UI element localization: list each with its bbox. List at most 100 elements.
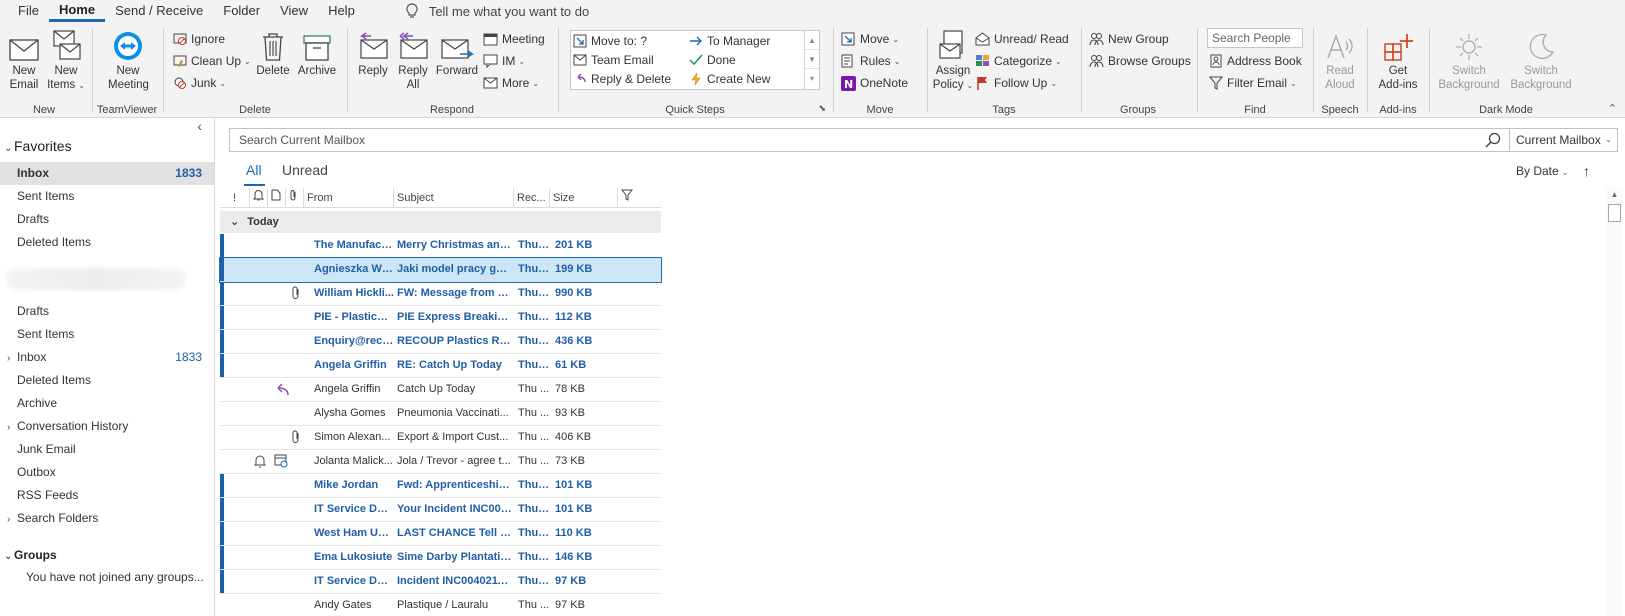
im-button[interactable]: IM ⌄ <box>483 52 525 70</box>
filter-column[interactable] <box>618 188 661 208</box>
folder-outbox[interactable]: Outbox <box>0 461 214 484</box>
tab-file[interactable]: File <box>8 0 49 22</box>
size-column[interactable]: Size <box>550 188 618 208</box>
switch-background-dark-button[interactable]: Switch Background <box>1507 28 1575 92</box>
new-meeting-button[interactable]: New Meeting <box>108 28 149 92</box>
tab-view[interactable]: View <box>270 0 318 22</box>
quick-step-move-to[interactable]: Move to: ? <box>573 32 647 50</box>
message-row[interactable]: Jolanta Malick... Jola / Trevor - agree t… <box>220 450 661 474</box>
attachment-column[interactable] <box>286 188 304 208</box>
bell-icon[interactable] <box>254 454 266 468</box>
more-respond-button[interactable]: More ⌄ <box>483 74 539 92</box>
quick-step-team-email[interactable]: Team Email <box>573 51 654 69</box>
chevron-up-icon[interactable]: ▲ <box>805 31 819 50</box>
ignore-button[interactable]: Ignore <box>173 30 225 48</box>
address-book-button[interactable]: Address Book <box>1209 52 1302 70</box>
search-scope-dropdown[interactable]: Current Mailbox ⌄ <box>1510 128 1618 152</box>
tab-folder[interactable]: Folder <box>213 0 270 22</box>
clean-up-button[interactable]: Clean Up ⌄ <box>173 52 251 70</box>
filter-all-tab[interactable]: All <box>246 162 262 178</box>
chevron-down-icon[interactable]: ▼ <box>805 50 819 69</box>
filter-unread-tab[interactable]: Unread <box>282 162 328 178</box>
message-row[interactable]: Alysha Gomes Pneumonia Vaccinati... Thu ..… <box>220 402 661 426</box>
categorize-button[interactable]: Categorize ⌄ <box>975 52 1062 70</box>
expand-gallery-icon[interactable]: ▾ <box>805 69 819 88</box>
subject-column[interactable]: Subject <box>394 188 514 208</box>
folder-drafts[interactable]: Drafts <box>0 300 214 323</box>
search-people-input[interactable]: Search People <box>1207 28 1303 48</box>
favorites-header[interactable]: ⌄ Favorites <box>4 138 72 154</box>
chevron-right-icon[interactable]: › <box>7 416 17 439</box>
tab-home[interactable]: Home <box>48 0 106 22</box>
received-column[interactable]: Rec... <box>514 188 550 208</box>
folder-search-folders[interactable]: › Search Folders <box>0 507 214 530</box>
favorite-sent-items[interactable]: Sent Items <box>0 185 214 208</box>
meeting-button[interactable]: Meeting <box>483 30 545 48</box>
favorite-drafts[interactable]: Drafts <box>0 208 214 231</box>
sort-direction-icon[interactable]: ↑ <box>1583 163 1590 179</box>
quick-step-create-new[interactable]: Create New <box>689 70 770 88</box>
importance-column[interactable]: ! <box>220 188 250 208</box>
tab-help[interactable]: Help <box>318 0 365 22</box>
move-button[interactable]: Move ⌄ <box>841 30 899 48</box>
group-header-today[interactable]: ⌄ Today <box>220 211 661 233</box>
folder-junk-email[interactable]: Junk Email <box>0 438 214 461</box>
icon-column[interactable] <box>268 188 286 208</box>
collapse-folder-pane-icon[interactable]: ‹ <box>197 118 202 134</box>
message-row[interactable]: The Manufact... Merry Christmas and ... Th… <box>220 234 661 258</box>
tab-send-receive[interactable]: Send / Receive <box>105 0 213 22</box>
assign-policy-button[interactable]: Assign Policy ⌄ <box>931 28 975 93</box>
message-row[interactable]: Enquiry@reco...RECOUP Plastics Reso... Th… <box>220 330 661 354</box>
message-row[interactable]: PIE - Plastics I... PIE Express Breaking … <box>220 306 661 330</box>
read-aloud-button[interactable]: Read Aloud <box>1319 28 1361 92</box>
chevron-right-icon[interactable]: › <box>7 508 17 531</box>
delete-button[interactable]: Delete <box>255 28 291 78</box>
from-column[interactable]: From <box>304 188 394 208</box>
chevron-right-icon[interactable]: › <box>7 347 17 370</box>
groups-header[interactable]: ⌄ Groups <box>4 548 57 562</box>
new-items-button[interactable]: New Items ⌄ <box>46 28 86 93</box>
message-row[interactable]: Agnieszka Wó... Jaki model pracy gwa... Th… <box>219 257 662 283</box>
dialog-launcher-icon[interactable]: ⬊ <box>818 103 826 114</box>
message-row[interactable]: Angela Griffin Catch Up Today Thu ... 78 KB <box>220 378 661 402</box>
reminder-column[interactable] <box>250 188 268 208</box>
folder-archive[interactable]: Archive <box>0 392 214 415</box>
account-name-redacted[interactable] <box>6 268 186 290</box>
message-row[interactable]: West Ham Uni... LAST CHANCE Tell us ... Th… <box>220 522 661 546</box>
message-row[interactable]: Mike Jordan Fwd: Apprenticeship ... Thu ..… <box>220 474 661 498</box>
message-row[interactable]: IT Service Desk Incident INC0040211 ... Th… <box>220 570 661 594</box>
filter-email-button[interactable]: Filter Email ⌄ <box>1209 74 1297 92</box>
message-row[interactable]: William Hickli... FW: Message from D... Th… <box>220 282 661 306</box>
scroll-thumb[interactable] <box>1608 204 1621 222</box>
search-icon[interactable] <box>1485 132 1501 148</box>
reading-pane-scrollbar[interactable]: ▲ <box>1606 188 1623 616</box>
message-row[interactable]: IT Service Desk Your Incident INC004... Th… <box>220 498 661 522</box>
reply-all-button[interactable]: Reply All <box>393 28 433 92</box>
folder-deleted-items[interactable]: Deleted Items <box>0 369 214 392</box>
quick-step-reply-delete[interactable]: Reply & Delete <box>573 70 671 88</box>
message-row[interactable]: Andy Gates Plastique / Lauralu Thu ... 97 K… <box>220 594 661 616</box>
reply-button[interactable]: Reply <box>353 28 393 78</box>
quick-step-to-manager[interactable]: To Manager <box>689 32 770 50</box>
get-addins-button[interactable]: Get Add-ins <box>1375 28 1421 92</box>
favorite-deleted-items[interactable]: Deleted Items <box>0 231 214 254</box>
junk-button[interactable]: Junk ⌄ <box>173 74 226 92</box>
quick-step-done[interactable]: Done <box>689 51 736 69</box>
onenote-button[interactable]: N OneNote <box>841 74 908 92</box>
switch-background-light-button[interactable]: Switch Background <box>1435 28 1503 92</box>
folder-rss-feeds[interactable]: RSS Feeds <box>0 484 214 507</box>
follow-up-button[interactable]: Follow Up ⌄ <box>975 74 1057 92</box>
rules-button[interactable]: Rules ⌄ <box>841 52 900 70</box>
tell-me-box[interactable]: Tell me what you want to do <box>405 3 589 19</box>
message-row[interactable]: Simon Alexan... Export & Import Cust... Th… <box>220 426 661 450</box>
new-group-button[interactable]: New Group <box>1089 30 1169 48</box>
browse-groups-button[interactable]: Browse Groups <box>1089 52 1191 70</box>
quick-steps-scroller[interactable]: ▲ ▼ ▾ <box>804 31 819 89</box>
message-row[interactable]: Ema Lukosiute Sime Darby Plantatio... Thu … <box>220 546 661 570</box>
message-row[interactable]: Angela Griffin RE: Catch Up Today Thu ... 6… <box>220 354 661 378</box>
collapse-ribbon-icon[interactable]: ⌃ <box>1608 102 1617 115</box>
search-input[interactable]: Search Current Mailbox <box>229 128 1510 152</box>
archive-button[interactable]: Archive <box>295 28 339 78</box>
sort-by-dropdown[interactable]: By Date ⌄ <box>1516 164 1568 178</box>
forward-button[interactable]: Forward <box>435 28 479 78</box>
